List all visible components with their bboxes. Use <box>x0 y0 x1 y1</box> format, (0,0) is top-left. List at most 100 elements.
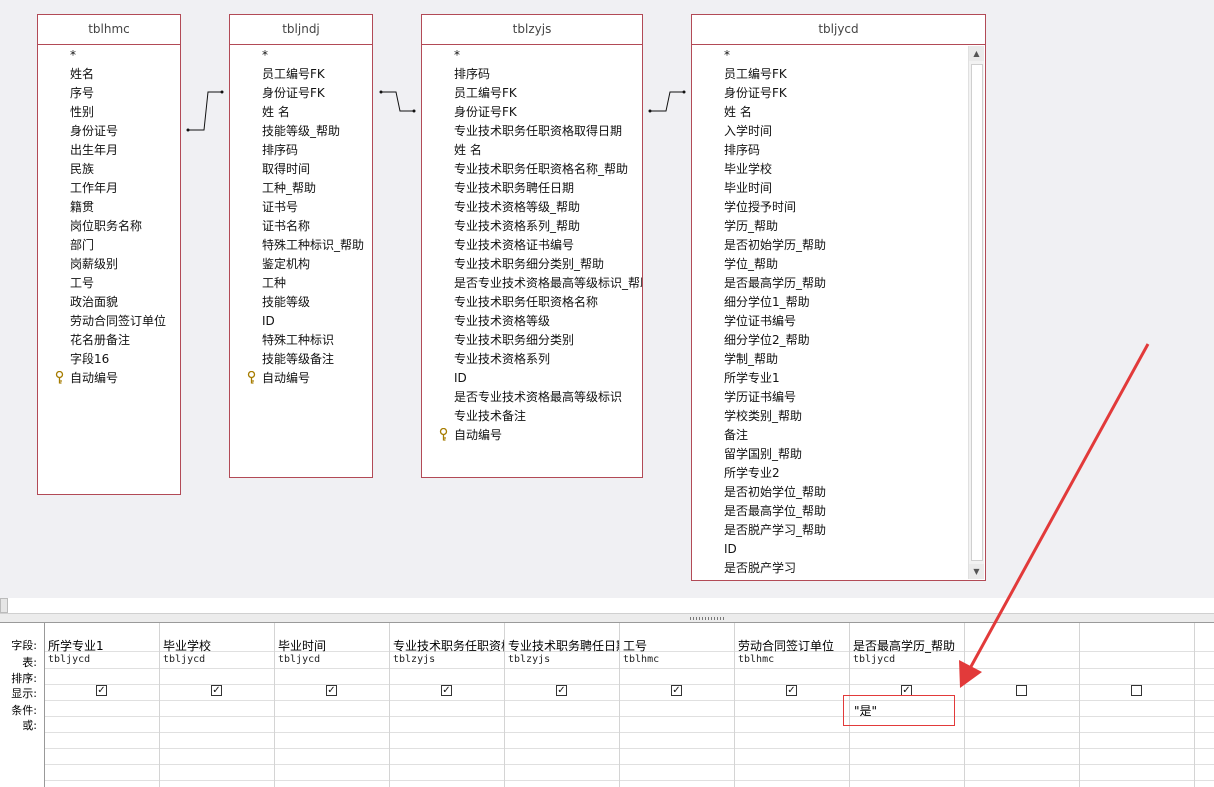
grid-table-cell[interactable]: tblhmc <box>738 654 774 665</box>
field-item[interactable]: 专业技术资格证书编号 <box>422 236 642 255</box>
grid-field-cell[interactable]: 劳动合同签订单位 <box>738 637 849 654</box>
field-item[interactable]: 入学时间 <box>692 122 985 141</box>
field-item[interactable]: 特殊工种标识 <box>230 331 372 350</box>
field-item[interactable]: 字段16 <box>38 350 180 369</box>
grid-column[interactable] <box>965 623 1080 787</box>
field-item[interactable]: 自动编号 <box>230 369 372 388</box>
field-item[interactable]: 毕业学校 <box>692 160 985 179</box>
field-item[interactable]: 岗位职务名称 <box>38 217 180 236</box>
table-box-tblhmc[interactable]: tblhmc * 姓名 序号 性别 身份证号 出生年月 民族 工作年月 籍贯 岗位职务名称 部门 岗薪… <box>37 14 181 495</box>
grid-field-cell[interactable]: 专业技术职务聘任日期 <box>508 637 619 654</box>
grid-table-cell[interactable]: tbljycd <box>48 654 90 665</box>
show-checkbox[interactable]: ✓ <box>211 685 222 696</box>
grid-field-cell[interactable]: 所学专业1 <box>48 637 159 654</box>
grid-column[interactable]: 毕业学校 tbljycd ✓ <box>160 623 275 787</box>
grid-column[interactable]: 毕业时间 tbljycd ✓ <box>275 623 390 787</box>
field-item[interactable]: 是否初始学位_帮助 <box>692 483 985 502</box>
field-item[interactable]: 工种_帮助 <box>230 179 372 198</box>
show-checkbox[interactable]: ✓ <box>786 685 797 696</box>
grid-column[interactable]: 劳动合同签订单位 tblhmc ✓ <box>735 623 850 787</box>
field-item[interactable]: 证书名称 <box>230 217 372 236</box>
grid-column[interactable]: 工号 tblhmc ✓ <box>620 623 735 787</box>
field-item[interactable]: 技能等级备注 <box>230 350 372 369</box>
field-item[interactable]: 姓 名 <box>422 141 642 160</box>
field-item[interactable]: 工作年月 <box>38 179 180 198</box>
field-item[interactable]: 自动编号 <box>422 426 642 445</box>
field-item[interactable]: 自动编号 <box>38 369 180 388</box>
field-item[interactable]: 学校类别_帮助 <box>692 407 985 426</box>
field-item[interactable]: 学历_帮助 <box>692 217 985 236</box>
field-item[interactable]: 学历证书编号 <box>692 388 985 407</box>
grid-column[interactable] <box>1080 623 1195 787</box>
field-item[interactable]: 序号 <box>38 84 180 103</box>
field-item[interactable]: 是否专业技术资格最高等级标识_帮助 <box>422 274 642 293</box>
field-item[interactable]: 工号 <box>38 274 180 293</box>
field-item[interactable]: 取得时间 <box>230 160 372 179</box>
field-item[interactable]: 是否脱产学习 <box>692 559 985 578</box>
field-item[interactable]: 是否脱产学习_帮助 <box>692 521 985 540</box>
show-checkbox[interactable]: ✓ <box>441 685 452 696</box>
field-item[interactable]: 身份证号FK <box>692 84 985 103</box>
grid-field-cell[interactable]: 是否最高学历_帮助 <box>853 637 964 654</box>
field-item[interactable]: 专业技术资格系列 <box>422 350 642 369</box>
field-item[interactable]: 技能等级 <box>230 293 372 312</box>
field-item[interactable]: 专业技术备注 <box>422 407 642 426</box>
field-item[interactable]: 身份证号FK <box>230 84 372 103</box>
field-item[interactable]: 专业技术职务任职资格名称_帮助 <box>422 160 642 179</box>
grid-table-cell[interactable]: tbljycd <box>163 654 205 665</box>
field-item[interactable]: 姓 名 <box>692 103 985 122</box>
field-item[interactable]: 岗薪级别 <box>38 255 180 274</box>
field-item[interactable]: 所学专业1 <box>692 369 985 388</box>
field-item[interactable]: 技能等级_帮助 <box>230 122 372 141</box>
table-box-tbljycd[interactable]: tbljycd * 员工编号FK 身份证号FK 姓 名入学时间 排序码 毕业学校 毕业时间学… <box>691 14 986 581</box>
field-list-scrollbar[interactable]: ▲ ▼ <box>968 46 984 579</box>
field-item[interactable]: 专业技术职务细分类别 <box>422 331 642 350</box>
field-item[interactable]: 出生年月 <box>38 141 180 160</box>
field-item[interactable]: 性别 <box>38 103 180 122</box>
field-item[interactable]: 劳动合同签订单位 <box>38 312 180 331</box>
grid-column[interactable]: 专业技术职务任职资格取得日期tblzyjs ✓ <box>390 623 505 787</box>
grid-column[interactable]: 专业技术职务聘任日期 tblzyjs ✓ <box>505 623 620 787</box>
field-item[interactable]: 民族 <box>38 160 180 179</box>
field-item[interactable]: * <box>38 46 180 65</box>
field-item[interactable]: 是否最高学位_帮助 <box>692 502 985 521</box>
table-title[interactable]: tblhmc <box>38 15 180 45</box>
field-item[interactable]: 是否专业技术资格最高等级标识 <box>422 388 642 407</box>
table-box-tblzyjs[interactable]: tblzyjs * 排序码 员工编号FK 身份证号FK 专业技术职务任职资格取得日期姓 … <box>421 14 643 478</box>
field-item[interactable]: 员工编号FK <box>422 84 642 103</box>
show-checkbox[interactable]: ✓ <box>556 685 567 696</box>
show-checkbox[interactable] <box>1131 685 1142 696</box>
field-item[interactable]: 学制_帮助 <box>692 350 985 369</box>
grid-field-cell[interactable]: 工号 <box>623 637 734 654</box>
field-item[interactable]: * <box>692 46 985 65</box>
field-item[interactable]: 留学国别_帮助 <box>692 445 985 464</box>
table-box-tbljndj[interactable]: tbljndj * 员工编号FK 身份证号FK 姓 名技能等级_帮助 排序码 取得时间 工种… <box>229 14 373 478</box>
scroll-thumb[interactable] <box>971 64 983 561</box>
field-item[interactable]: 学位授予时间 <box>692 198 985 217</box>
field-item[interactable]: 专业技术资格等级_帮助 <box>422 198 642 217</box>
field-item[interactable]: 毕业时间 <box>692 179 985 198</box>
field-item[interactable]: ID <box>230 312 372 331</box>
field-item[interactable]: 排序码 <box>692 141 985 160</box>
field-item[interactable]: * <box>230 46 372 65</box>
field-item[interactable]: 专业技术职务细分类别_帮助 <box>422 255 642 274</box>
field-item[interactable]: 身份证号 <box>38 122 180 141</box>
field-item[interactable]: * <box>422 46 642 65</box>
field-item[interactable]: 工种 <box>230 274 372 293</box>
field-item[interactable]: 姓 名 <box>230 103 372 122</box>
grid-table-cell[interactable]: tblhmc <box>623 654 659 665</box>
grid-table-cell[interactable]: tbljycd <box>853 654 895 665</box>
table-title[interactable]: tbljndj <box>230 15 372 45</box>
show-checkbox[interactable] <box>1016 685 1027 696</box>
show-checkbox[interactable]: ✓ <box>671 685 682 696</box>
grid-field-cell[interactable]: 毕业时间 <box>278 637 389 654</box>
field-item[interactable]: 学位证书编号 <box>692 312 985 331</box>
show-checkbox[interactable]: ✓ <box>326 685 337 696</box>
field-item[interactable]: 排序码 <box>230 141 372 160</box>
field-item[interactable]: 鉴定机构 <box>230 255 372 274</box>
field-item[interactable]: 专业技术职务聘任日期 <box>422 179 642 198</box>
field-item[interactable]: 政治面貌 <box>38 293 180 312</box>
scroll-up-arrow-icon[interactable]: ▲ <box>969 46 984 61</box>
field-item[interactable]: 籍贯 <box>38 198 180 217</box>
field-item[interactable]: ID <box>692 540 985 559</box>
